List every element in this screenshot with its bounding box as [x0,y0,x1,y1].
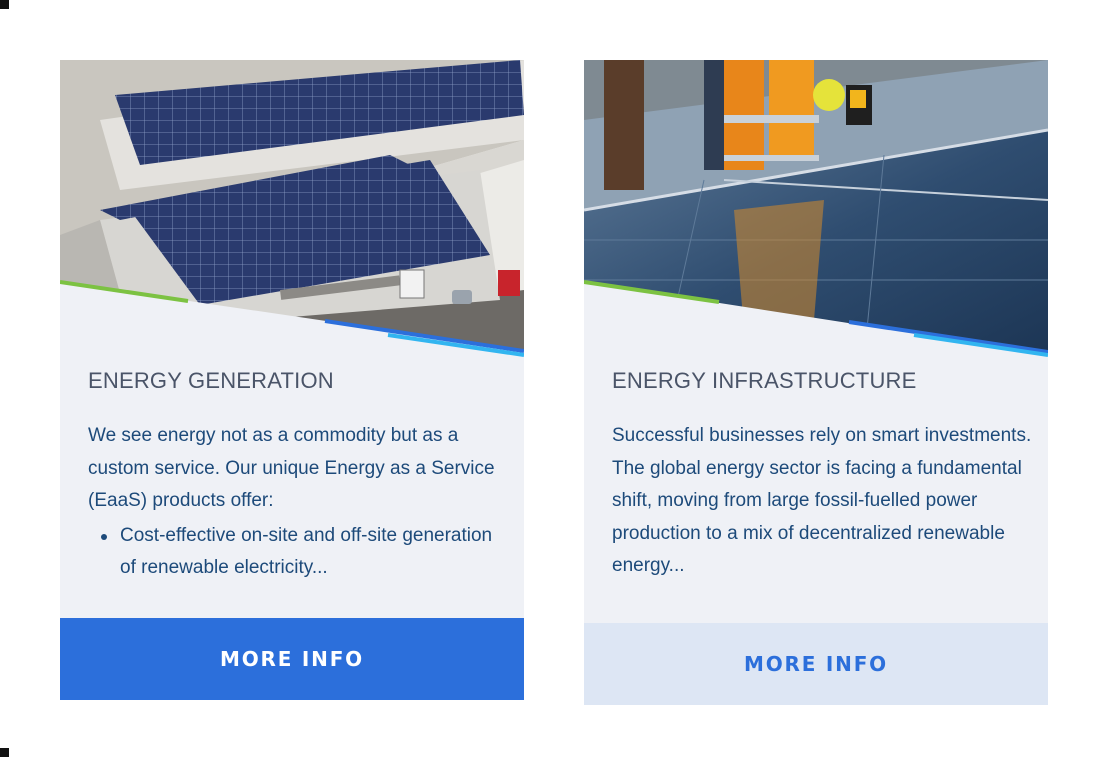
card-intro-text: Successful businesses rely on smart inve… [612,425,1032,576]
corner-mark-bottom-left [0,748,9,757]
corner-mark-top-left [0,0,9,9]
card-description: Successful businesses rely on smart inve… [612,420,1032,583]
more-info-button[interactable]: MORE INFO [584,623,1048,705]
energy-generation-card: ENERGY GENERATION We see energy not as a… [60,60,524,700]
solar-panel-installer-image [584,60,1048,360]
card-title: ENERGY INFRASTRUCTURE [612,368,917,393]
feature-list: Cost-effective on-site and off-site gene… [88,520,508,585]
list-item: Cost-effective on-site and off-site gene… [88,520,508,585]
card-intro-text: We see energy not as a commodity but as … [88,425,495,511]
card-description: We see energy not as a commodity but as … [88,420,508,585]
card-title: ENERGY GENERATION [88,368,334,393]
solar-roof-aerial-image [60,60,524,360]
more-info-button[interactable]: MORE INFO [60,618,524,700]
energy-infrastructure-card: ENERGY INFRASTRUCTURE Successful busines… [584,60,1048,705]
